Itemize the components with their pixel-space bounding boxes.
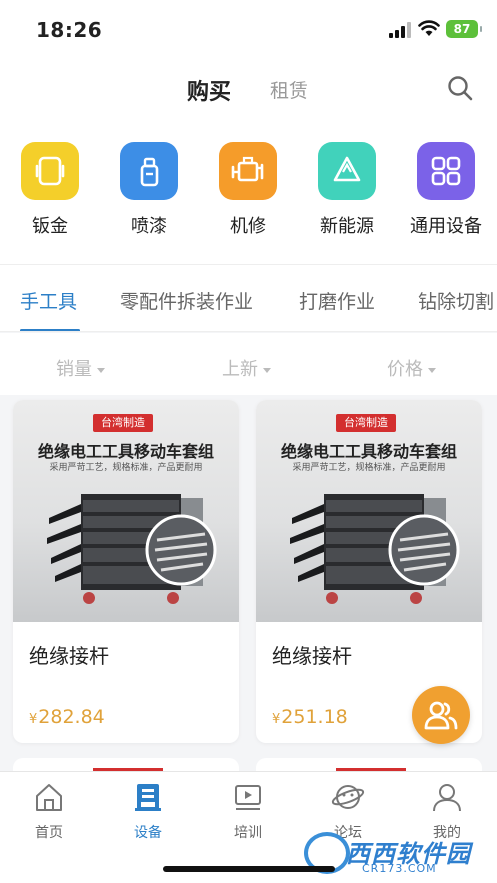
nav-device[interactable]: 设备 (113, 780, 183, 842)
price-currency: ¥ (29, 712, 38, 727)
category-label: 新能源 (320, 216, 374, 237)
sort-label: 上新 (222, 359, 258, 380)
sort-price[interactable]: 价格 (387, 355, 436, 381)
tab-hand-tools[interactable]: 手工具 (20, 287, 77, 314)
subcategory-tabs: 手工具 零配件拆装作业 打磨作业 钻除切割 (0, 264, 497, 332)
sort-label: 价格 (387, 359, 423, 380)
product-image-headline: 绝缘电工工具移动车套组 (37, 442, 214, 461)
active-tab-indicator (20, 329, 80, 331)
product-origin-tag: 台湾制造 (93, 414, 153, 432)
category-label: 喷漆 (131, 216, 167, 237)
tool-cart-illustration (47, 494, 217, 604)
sort-bar: 销量 上新 价格 (0, 333, 497, 395)
category-spray-paint[interactable]: 喷漆 (109, 142, 189, 238)
customer-service-button[interactable] (412, 686, 470, 744)
cellular-signal-icon (389, 22, 411, 38)
product-price: ¥251.18 (272, 706, 348, 728)
watermark-url: CR173.COM (362, 862, 437, 875)
category-grid: 钣金 喷漆 机修 新能源 通用设备 (0, 118, 497, 264)
price-currency: ¥ (272, 712, 281, 727)
product-name: 绝缘接杆 (29, 644, 109, 668)
home-indicator[interactable] (163, 866, 335, 872)
price-value: 282.84 (38, 706, 105, 728)
product-price: ¥282.84 (29, 706, 105, 728)
engine-icon (219, 142, 277, 200)
users-icon (424, 701, 458, 730)
product-card[interactable]: 台湾制造 绝缘电工工具移动车套组 采用严苛工艺，规格标准，产品更耐用 绝缘接杆 … (13, 400, 239, 743)
product-origin-tag: 台湾制造 (336, 414, 396, 432)
category-label: 机修 (230, 216, 266, 237)
category-new-energy[interactable]: 新能源 (307, 142, 387, 238)
wifi-icon (418, 20, 440, 36)
product-image-headline: 绝缘电工工具移动车套组 (280, 442, 457, 461)
tab-parts-disassembly[interactable]: 零配件拆装作业 (120, 287, 253, 314)
top-header: 购买 租赁 (0, 58, 497, 118)
tab-buy[interactable]: 购买 (187, 74, 231, 106)
sort-newest[interactable]: 上新 (222, 355, 271, 381)
grid-icon (417, 142, 475, 200)
profile-icon (433, 784, 461, 812)
category-sheet-metal[interactable]: 钣金 (10, 142, 90, 238)
category-label: 通用设备 (410, 216, 482, 237)
product-image: 台湾制造 绝缘电工工具移动车套组 采用严苛工艺，规格标准，产品更耐用 (256, 400, 482, 622)
category-label: 钣金 (32, 216, 68, 237)
recycle-icon (318, 142, 376, 200)
product-image-subtitle: 采用严苛工艺，规格标准，产品更耐用 (49, 463, 203, 473)
nav-label: 培训 (234, 825, 262, 841)
device-icon (135, 784, 161, 811)
product-name: 绝缘接杆 (272, 644, 352, 668)
tool-cart-illustration (290, 494, 460, 604)
caret-down-icon (97, 367, 105, 373)
product-image: 台湾制造 绝缘电工工具移动车套组 采用严苛工艺，规格标准，产品更耐用 (13, 400, 239, 622)
nav-label: 设备 (134, 825, 162, 841)
status-bar: 18:26 87 (0, 0, 497, 58)
status-time: 18:26 (36, 18, 103, 42)
product-image-subtitle: 采用严苛工艺，规格标准，产品更耐用 (292, 463, 446, 473)
home-icon (36, 784, 62, 811)
battery-indicator: 87 (446, 20, 482, 38)
nav-home[interactable]: 首页 (14, 780, 84, 842)
caret-down-icon (263, 367, 271, 373)
nav-label: 首页 (35, 825, 63, 841)
price-value: 251.18 (281, 706, 348, 728)
tab-rent[interactable]: 租赁 (270, 76, 308, 103)
category-general-equipment[interactable]: 通用设备 (406, 142, 486, 238)
tab-drilling-cutting[interactable]: 钻除切割 (418, 287, 494, 314)
caret-down-icon (428, 367, 436, 373)
training-icon (235, 785, 261, 810)
sort-label: 销量 (56, 359, 92, 380)
tab-grinding[interactable]: 打磨作业 (299, 287, 375, 314)
nav-training[interactable]: 培训 (213, 780, 283, 842)
sort-sales[interactable]: 销量 (56, 355, 105, 381)
category-repair[interactable]: 机修 (208, 142, 288, 238)
search-icon[interactable] (446, 74, 474, 102)
sheet-metal-icon (21, 142, 79, 200)
spray-paint-icon (120, 142, 178, 200)
app-screen: 18:26 87 购买 租赁 钣金 喷漆 机修 新能源 通用设备 手工具 零配件… (0, 0, 497, 883)
forum-icon (331, 785, 365, 809)
